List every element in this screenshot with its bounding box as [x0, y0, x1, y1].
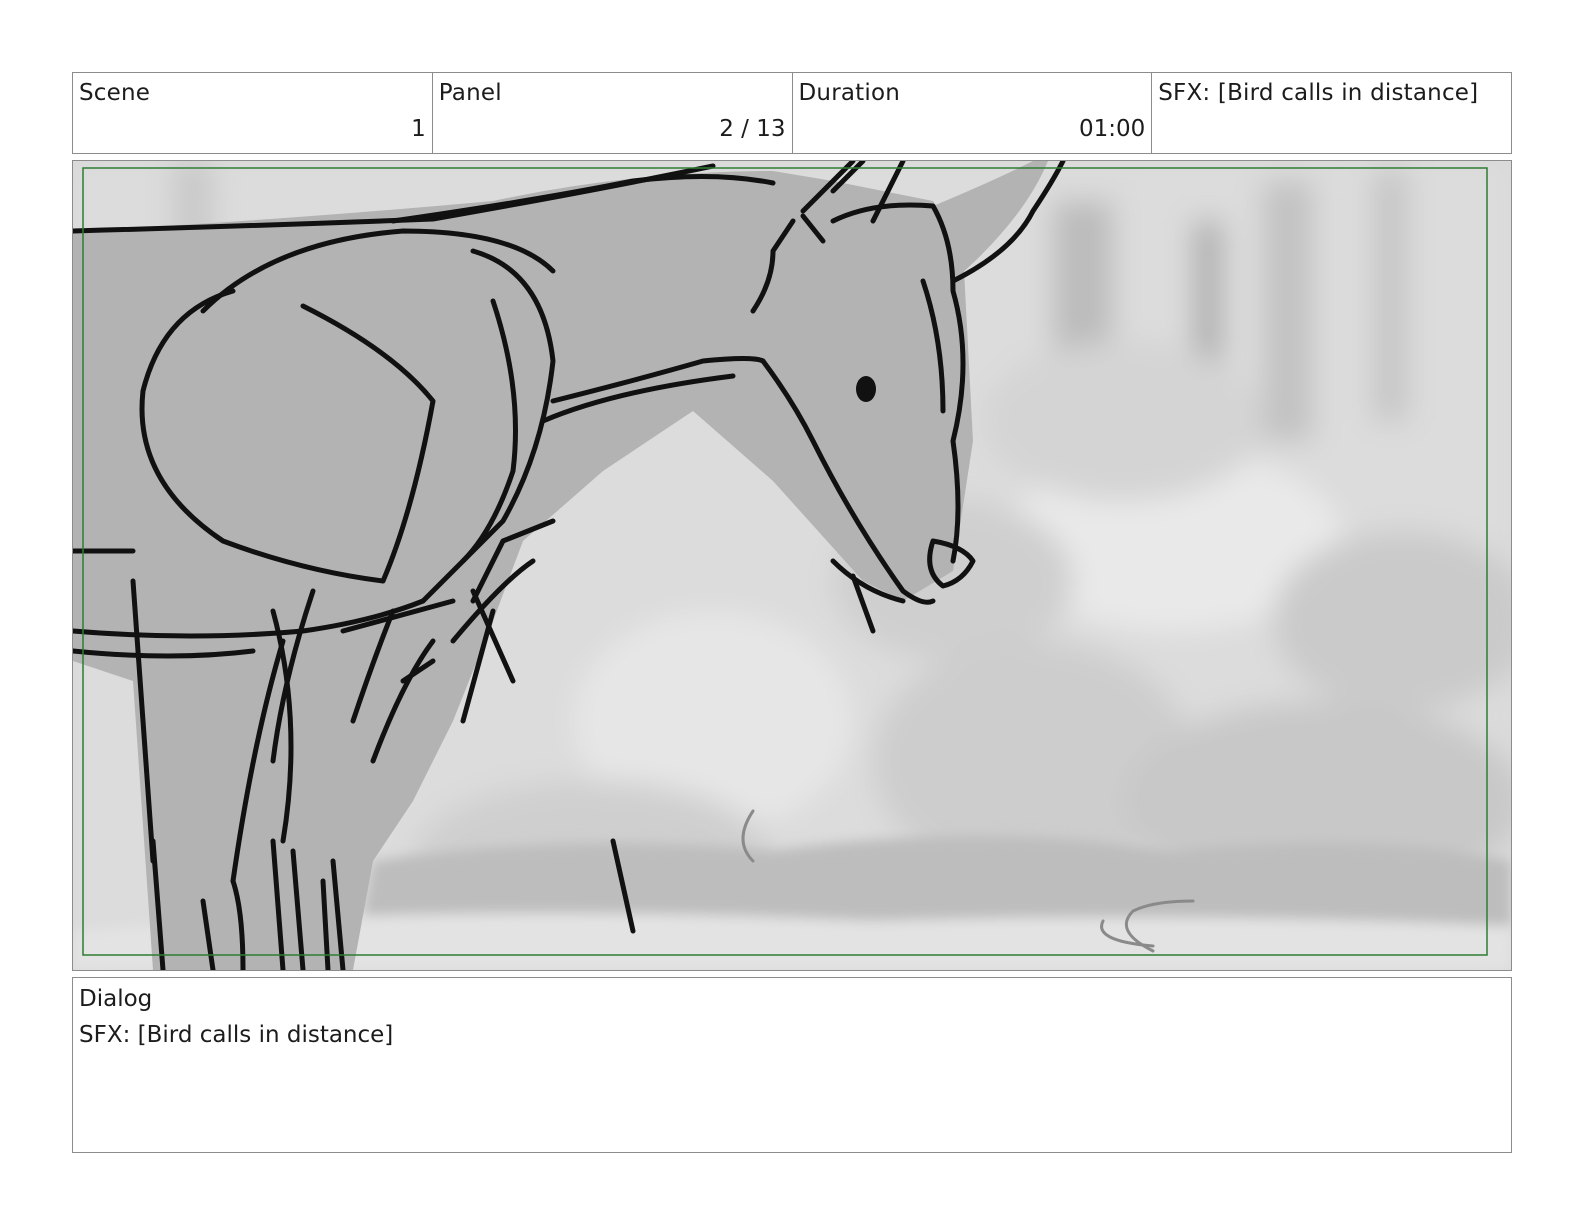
- deer-sketch-drawing: [73, 161, 1511, 970]
- duration-label: Duration: [798, 80, 900, 106]
- panel-cell: Panel 2 / 13: [433, 73, 793, 153]
- storyboard-panel-image: [72, 160, 1512, 971]
- panel-number-value: 2 / 13: [719, 116, 786, 142]
- panel-label: Panel: [438, 80, 502, 106]
- notes-cell: SFX: [Bird calls in distance]: [1152, 73, 1511, 153]
- deer-eye: [856, 376, 876, 402]
- dialog-text: SFX: [Bird calls in distance]: [79, 1022, 394, 1048]
- scene-value: 1: [411, 116, 426, 142]
- notes-text: SFX: [Bird calls in distance]: [1158, 80, 1479, 106]
- dialog-box: Dialog SFX: [Bird calls in distance]: [72, 977, 1512, 1153]
- dialog-label: Dialog: [79, 986, 153, 1012]
- duration-cell: Duration 01:00: [793, 73, 1153, 153]
- duration-value: 01:00: [1078, 116, 1146, 142]
- panel-header-table: Scene 1 Panel 2 / 13 Duration 01:00 SFX:…: [72, 72, 1512, 154]
- scene-cell: Scene 1: [73, 73, 433, 153]
- scene-label: Scene: [79, 80, 151, 106]
